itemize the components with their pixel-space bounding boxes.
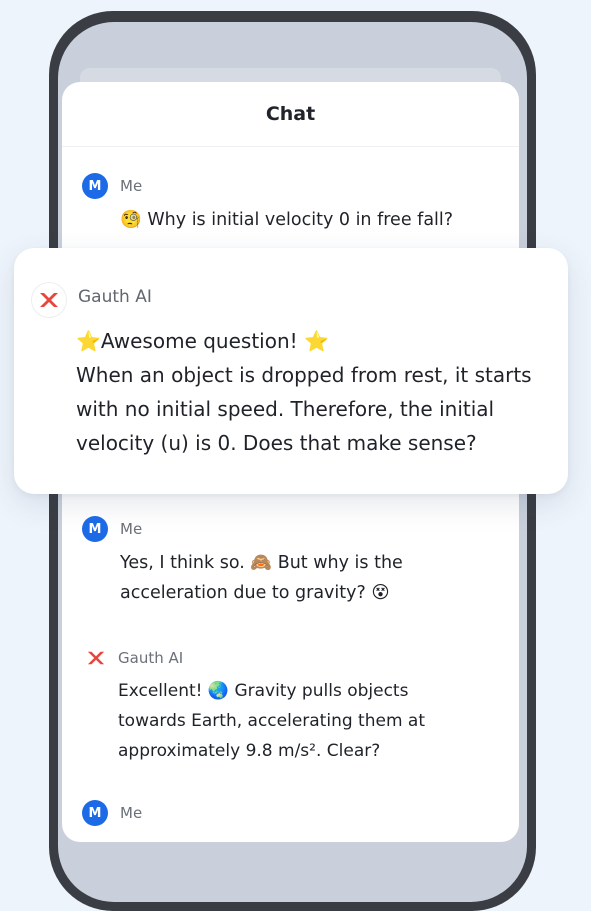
message-line: approximately 9.8 m/s². Clear? [118,741,381,761]
avatar: M [82,516,108,542]
avatar: M [82,173,108,199]
sender-name: Gauth AI [118,649,184,667]
chat-title: Chat [62,82,519,147]
message-line: towards Earth, accelerating them at [118,711,425,731]
message-text: 🧐 Why is initial velocity 0 in free fall… [120,210,454,230]
message-line: ⭐Awesome question! ⭐ [76,329,329,353]
message-line: Excellent! 🌏 Gravity pulls objects [118,681,409,701]
message-text: Excellent! 🌏 Gravity pulls objects towar… [118,676,425,766]
message-line: acceleration due to gravity? 😵 [120,583,390,603]
thinking-emoji: 🧐 [120,210,142,230]
message-text: ⭐Awesome question! ⭐ When an object is d… [76,324,562,460]
highlighted-message-card: Gauth AI ⭐Awesome question! ⭐ When an ob… [14,248,568,494]
sender-name: Gauth AI [78,287,152,307]
gauth-logo-icon [31,282,67,318]
gauth-logo-icon [87,651,105,665]
sender-name: Me [120,520,143,538]
message-text: Yes, I think so. 🙈 But why is the accele… [120,548,403,608]
sender-name: Me [120,804,143,822]
message-line: velocity (u) is 0. Does that make sense? [76,431,477,455]
message-line: Yes, I think so. 🙈 But why is the [120,553,403,573]
message-line: When an object is dropped from rest, it … [76,363,532,387]
message-line: with no initial speed. Therefore, the in… [76,397,495,421]
avatar: M [82,800,108,826]
sender-name: Me [120,177,143,195]
